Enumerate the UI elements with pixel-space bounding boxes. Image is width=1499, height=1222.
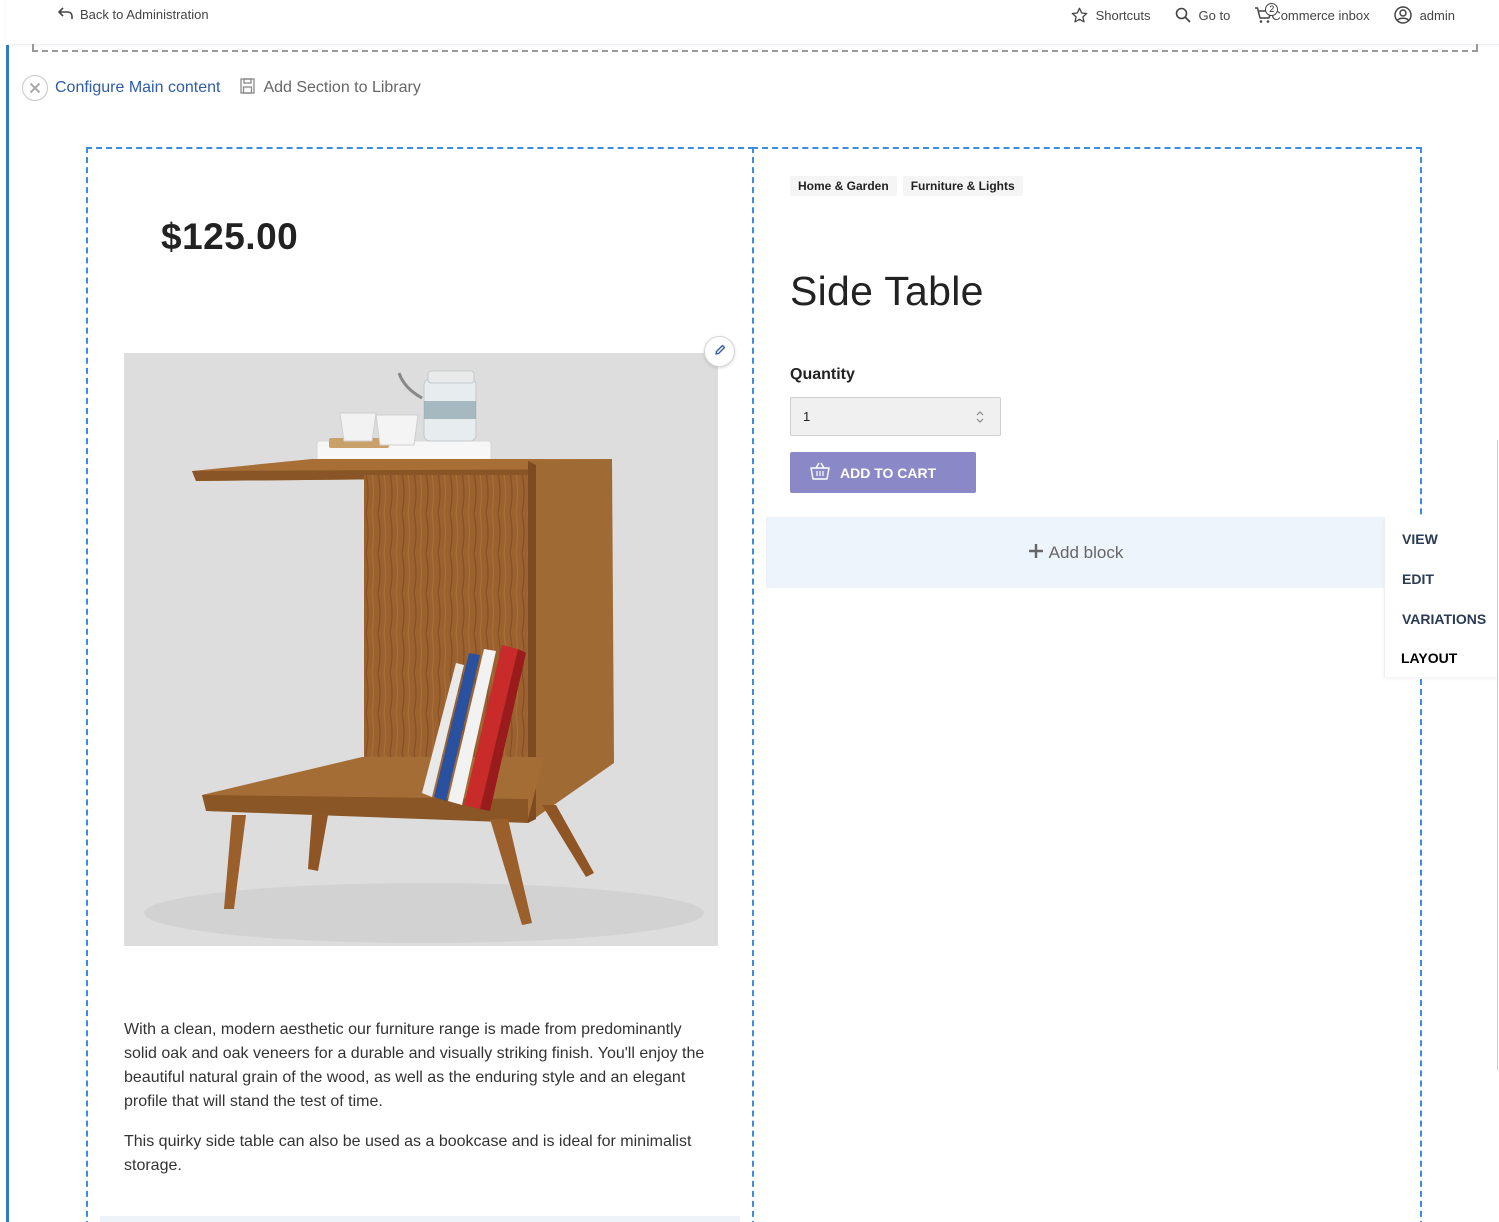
- configure-main-content-link[interactable]: Configure Main content: [22, 75, 220, 101]
- add-section-to-library-link[interactable]: Add Section to Library: [240, 77, 421, 99]
- admin-toolbar: Back to Administration Shortcuts Go to 2…: [6, 0, 1499, 45]
- goto-label: Go to: [1198, 7, 1231, 23]
- shortcuts-button[interactable]: Shortcuts: [1071, 7, 1151, 24]
- category-tags: Home & Garden Furniture & Lights: [790, 176, 1023, 196]
- shortcuts-label: Shortcuts: [1095, 7, 1151, 23]
- user-label: admin: [1419, 7, 1455, 23]
- add-to-cart-button[interactable]: ADD TO CART: [790, 452, 976, 493]
- save-icon: [240, 77, 256, 99]
- basket-icon: [810, 462, 830, 483]
- category-tag[interactable]: Furniture & Lights: [902, 176, 1023, 196]
- quantity-value: 1: [803, 409, 811, 424]
- layout-edit-rail: [6, 45, 9, 1222]
- product-price: $125.00: [161, 216, 299, 257]
- product-image: [124, 353, 718, 946]
- add-to-cart-label: ADD TO CART: [840, 464, 937, 481]
- tab-layout[interactable]: LAYOUT: [1401, 650, 1457, 666]
- category-tag[interactable]: Home & Garden: [790, 176, 897, 196]
- remove-section-icon[interactable]: [22, 75, 48, 101]
- product-title: Side Table: [790, 268, 984, 314]
- inbox-count-badge: 2: [1265, 2, 1279, 16]
- user-circle-icon: [1393, 6, 1412, 24]
- back-to-administration-link[interactable]: Back to Administration: [57, 6, 209, 23]
- tab-variations[interactable]: VARIATIONS: [1402, 611, 1486, 627]
- inbox-label: Commerce inbox: [1271, 7, 1370, 23]
- plus-icon: [1028, 543, 1043, 563]
- add-block-label: Add block: [1048, 542, 1124, 562]
- stepper-arrows-icon[interactable]: [976, 410, 984, 427]
- back-arrow-icon: [57, 6, 74, 23]
- search-icon: [1175, 7, 1191, 23]
- quantity-stepper[interactable]: 1: [790, 397, 1001, 436]
- description-paragraph: This quirky side table can also be used …: [124, 1133, 692, 1174]
- section-outline: [32, 44, 1478, 52]
- back-label: Back to Administration: [80, 7, 209, 22]
- configure-label: Configure Main content: [55, 79, 221, 96]
- library-label: Add Section to Library: [263, 79, 421, 96]
- tab-edit[interactable]: EDIT: [1402, 571, 1434, 587]
- star-icon: [1071, 7, 1088, 24]
- user-menu-button[interactable]: admin: [1393, 6, 1455, 24]
- pencil-icon: [714, 343, 726, 361]
- section-actions: Configure Main content Add Section to Li…: [22, 75, 421, 101]
- edit-image-button[interactable]: [704, 336, 735, 367]
- scrollbar-track[interactable]: [1497, 440, 1498, 1070]
- product-description: With a clean, modern aesthetic our furni…: [124, 1018, 718, 1194]
- description-paragraph: With a clean, modern aesthetic our furni…: [124, 1021, 705, 1110]
- goto-button[interactable]: Go to: [1175, 7, 1231, 23]
- next-block-edge: [100, 1216, 740, 1222]
- local-tasks-menu: VIEW EDIT VARIATIONS LAYOUT: [1384, 517, 1499, 677]
- tab-view[interactable]: VIEW: [1402, 531, 1438, 547]
- commerce-inbox-button[interactable]: 2 Commerce inbox: [1254, 2, 1370, 24]
- quantity-label: Quantity: [790, 366, 855, 383]
- add-block-button[interactable]: Add block: [766, 517, 1386, 588]
